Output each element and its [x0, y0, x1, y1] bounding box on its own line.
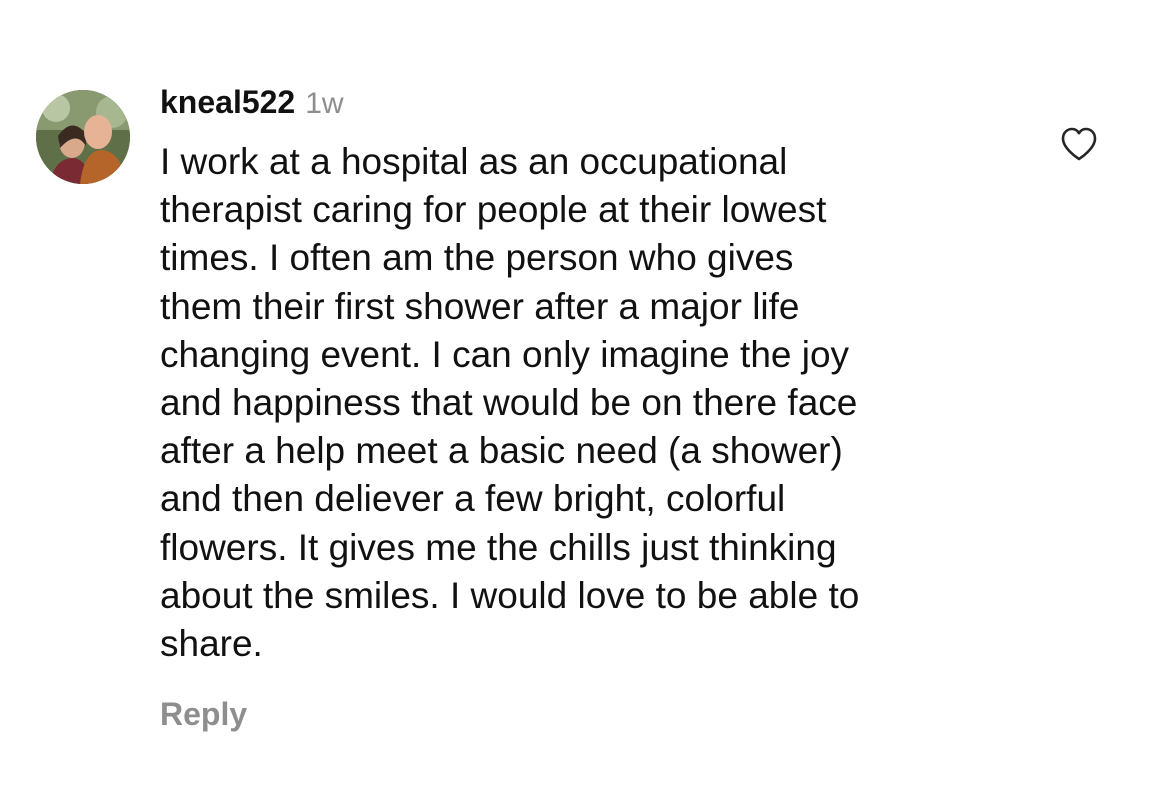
heart-outline-icon[interactable]: [1060, 126, 1098, 162]
comment: kneal522 1w I work at a hospital as an o…: [0, 0, 1169, 798]
avatar-photo: [36, 90, 130, 184]
username-link[interactable]: kneal522: [160, 84, 295, 121]
reply-button[interactable]: Reply: [160, 696, 247, 733]
comment-meta: kneal522 1w: [160, 84, 1040, 130]
comment-body: kneal522 1w I work at a hospital as an o…: [160, 84, 1040, 668]
comment-text: I work at a hospital as an occupational …: [160, 141, 860, 665]
comment-timestamp: 1w: [305, 87, 344, 120]
avatar[interactable]: [36, 90, 130, 184]
